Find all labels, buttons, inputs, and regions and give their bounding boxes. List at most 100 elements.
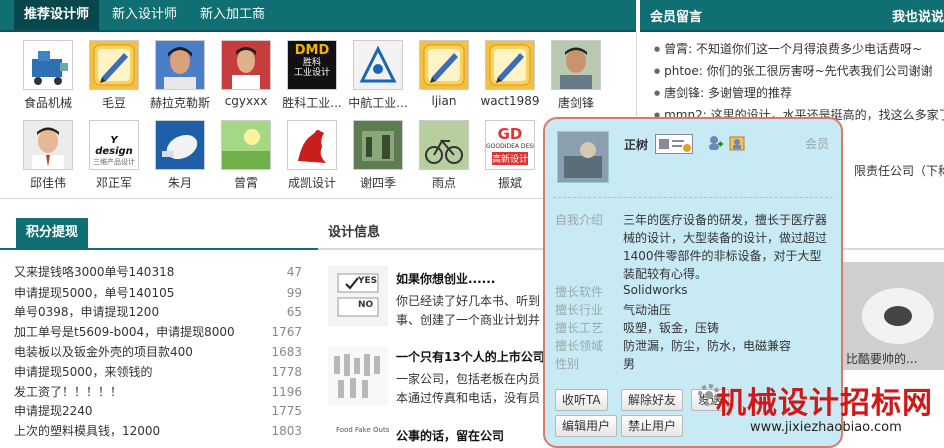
profile-icon[interactable] xyxy=(729,135,745,151)
thumb-yes-label: YES xyxy=(358,276,378,286)
post-message-link[interactable]: 我也说说 xyxy=(892,6,944,25)
points-section-title[interactable]: 积分提现 xyxy=(16,218,89,248)
message-item[interactable]: 唐剑锋: 多谢管理的推荐 xyxy=(654,84,792,101)
list-item[interactable]: 上次的塑料模具钱，12000 1803 xyxy=(14,421,302,442)
list-item-title[interactable]: 电装板以及钣金外壳的项目款400 xyxy=(14,342,193,363)
avatar[interactable] xyxy=(551,40,601,90)
list-item[interactable]: 申请提现2240 1775 xyxy=(14,401,302,422)
designer-card[interactable]: 谢四季 xyxy=(346,120,410,191)
gd-logo-text: GD xyxy=(497,125,523,143)
list-item-title[interactable]: 发工资了！！！！！ xyxy=(14,382,122,403)
list-item[interactable]: 又来提钱咯3000单号140318 47 xyxy=(14,262,302,283)
list-item-title[interactable]: 加工单号是t5609-b004，申请提现8000 xyxy=(14,322,235,343)
field-value: 吸塑，钣金，压铸 xyxy=(623,321,720,335)
designer-name[interactable]: 成凯设计 xyxy=(280,174,344,191)
avatar[interactable] xyxy=(221,40,271,90)
designer-card[interactable]: wact1989 xyxy=(478,40,542,108)
feature-caption[interactable]: 比酷要帅的... xyxy=(846,350,917,367)
follow-button[interactable]: 收听TA xyxy=(555,389,608,411)
list-item[interactable]: 发工资了！！！！！ 1196 xyxy=(14,382,302,403)
news-thumbnail[interactable]: YES NO xyxy=(328,266,388,326)
news-snippet: 你已经读了好几本书、听到 xyxy=(396,294,541,308)
avatar[interactable] xyxy=(23,40,73,90)
avatar[interactable] xyxy=(89,40,139,90)
message-item[interactable]: phtoe: 你们的张工很厉害呀~先代表我们公司谢谢 xyxy=(654,62,933,79)
designer-card[interactable]: 成凯设计 xyxy=(280,120,344,191)
avatar[interactable] xyxy=(221,120,271,170)
avatar[interactable]: DMD 胜科 工业设计 xyxy=(287,40,337,90)
list-item[interactable]: 单号0398，申请提现1200 65 xyxy=(14,302,302,323)
news-title[interactable]: 一个只有13个人的上市公司 xyxy=(396,348,545,365)
remove-friend-button[interactable]: 解除好友 xyxy=(621,389,684,411)
designer-card[interactable]: 邱佳伟 xyxy=(16,120,80,191)
news-thumbnail[interactable] xyxy=(328,346,388,406)
list-item[interactable]: 申请提现5000，单号140105 99 xyxy=(14,283,302,304)
designer-name[interactable]: 食品机械 xyxy=(16,94,80,111)
popup-user-name[interactable]: 正树 xyxy=(624,136,648,153)
avatar[interactable]: Y design 三维产品设计 xyxy=(89,120,139,170)
designer-name[interactable]: 唐剑锋 xyxy=(544,94,608,111)
message-item[interactable]: 曾霄: 不知道你们这一个月得浪费多少电话费呀~ xyxy=(654,40,922,57)
tab-recommended-designers[interactable]: 推荐设计师 xyxy=(14,0,100,30)
avatar[interactable] xyxy=(353,40,403,90)
avatar[interactable]: GD GOODIDEA DESIGN 高新设计 xyxy=(485,120,535,170)
avatar[interactable] xyxy=(353,120,403,170)
designer-name[interactable]: 邱佳伟 xyxy=(16,174,80,191)
designer-name[interactable]: cgyxxx xyxy=(214,94,278,108)
designer-name[interactable]: 谢四季 xyxy=(346,174,410,191)
avatar[interactable] xyxy=(287,120,337,170)
list-item-title[interactable]: 申请提现5000，单号140105 xyxy=(14,283,174,304)
add-friend-icon[interactable] xyxy=(707,135,723,151)
intro-line: 械的设计，大型装备的设计，做过超过 xyxy=(623,231,828,245)
designer-card[interactable]: cgyxxx xyxy=(214,40,278,108)
designer-card[interactable]: 曾霄 xyxy=(214,120,278,191)
avatar[interactable] xyxy=(419,40,469,90)
edit-user-button[interactable]: 编辑用户 xyxy=(555,415,618,437)
designer-name[interactable]: 曾霄 xyxy=(214,174,278,191)
ban-user-button[interactable]: 禁止用户 xyxy=(621,415,684,437)
list-item-title[interactable]: 又来提钱咯3000单号140318 xyxy=(14,262,174,283)
designer-card[interactable]: 唐剑锋 xyxy=(544,40,608,111)
designer-card[interactable]: 赫拉克勒斯 xyxy=(148,40,212,111)
tab-new-processors[interactable]: 新入加工商 xyxy=(200,0,265,30)
news-title[interactable]: 如果你想创业...... xyxy=(396,270,495,287)
news-thumbnail[interactable]: Food Fake Outs xyxy=(328,424,389,448)
avatar[interactable] xyxy=(155,120,205,170)
designer-name[interactable]: 雨点 xyxy=(412,174,476,191)
designer-card[interactable]: 朱月 xyxy=(148,120,212,191)
designer-card[interactable]: 雨点 xyxy=(412,120,476,191)
designer-card[interactable]: 中航工业... xyxy=(346,40,410,111)
designer-name[interactable]: 邓正军 xyxy=(82,174,146,191)
designer-card[interactable]: Y design 三维产品设计 邓正军 xyxy=(82,120,146,191)
design-info-title[interactable]: 设计信息 xyxy=(328,218,380,248)
news-title[interactable]: 公事的话，留在公司 xyxy=(396,427,504,444)
list-item-title[interactable]: 申请提现2240 xyxy=(14,401,93,422)
list-item[interactable]: 申请提现5000，来领钱的 1778 xyxy=(14,362,302,383)
avatar[interactable] xyxy=(485,40,535,90)
tab-new-designers[interactable]: 新入设计师 xyxy=(112,0,177,30)
designer-name[interactable]: ljian xyxy=(412,94,476,108)
avatar[interactable] xyxy=(419,120,469,170)
designer-name[interactable]: 毛豆 xyxy=(82,94,146,111)
designer-card[interactable]: DMD 胜科 工业设计 胜科工业... xyxy=(280,40,344,111)
list-item-title[interactable]: 上次的塑料模具钱，12000 xyxy=(14,421,160,442)
avatar[interactable] xyxy=(155,40,205,90)
avatar[interactable] xyxy=(23,120,73,170)
designer-card[interactable]: ljian xyxy=(412,40,476,108)
designer-card[interactable]: 食品机械 xyxy=(16,40,80,111)
designer-name[interactable]: 胜科工业... xyxy=(280,94,344,111)
designer-name[interactable]: 赫拉克勒斯 xyxy=(148,94,212,111)
designer-card[interactable]: GD GOODIDEA DESIGN 高新设计 振斌 xyxy=(478,120,542,191)
designer-name[interactable]: 中航工业... xyxy=(346,94,410,111)
designer-name[interactable]: 朱月 xyxy=(148,174,212,191)
list-item[interactable]: 电装板以及钣金外壳的项目款400 1683 xyxy=(14,342,302,363)
designer-name[interactable]: 振斌 xyxy=(478,174,542,191)
list-item-title[interactable]: 单号0398，申请提现1200 xyxy=(14,302,159,323)
field-value: 男 xyxy=(623,357,636,371)
popup-avatar[interactable] xyxy=(557,131,609,183)
designer-name[interactable]: wact1989 xyxy=(478,94,542,108)
list-item[interactable]: 加工单号是t5609-b004，申请提现8000 1767 xyxy=(14,322,302,343)
intro-line: 装配较有心得。 xyxy=(623,267,708,281)
list-item-title[interactable]: 申请提现5000，来领钱的 xyxy=(14,362,153,383)
designer-card[interactable]: 毛豆 xyxy=(82,40,146,111)
